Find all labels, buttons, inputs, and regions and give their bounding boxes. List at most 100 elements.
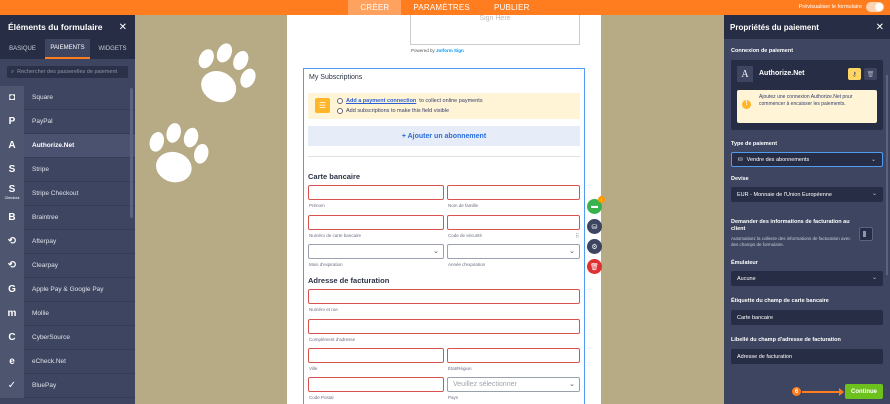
emulator-label: Émulateur <box>731 260 758 266</box>
close-icon[interactable]: ✕ <box>119 22 127 33</box>
coins-icon: ⛁ <box>591 223 598 231</box>
add-payment-connection-link[interactable]: Add a payment connection <box>346 98 416 104</box>
top-navigation-bar: CRÉER PARAMÈTRES PUBLIER Prévisualiser l… <box>0 0 890 15</box>
notice-text: to collect online payments <box>419 98 483 104</box>
connection-name: Authorize.Net <box>759 70 805 77</box>
field-settings-button[interactable]: ⚙ <box>587 239 602 254</box>
first-name-label: Prénom <box>309 203 325 208</box>
billing-field-input[interactable]: Adresse de facturation <box>731 349 883 364</box>
chevron-down-icon: ⌄ <box>433 248 439 255</box>
state-label: État/Région <box>448 366 472 371</box>
gateway-item[interactable]: S Checkout Stripe Checkout <box>0 181 135 206</box>
preview-toggle[interactable] <box>866 2 884 12</box>
delete-connection-button[interactable]: 🗑 <box>864 68 877 80</box>
gateway-item[interactable]: e eCheck.Net <box>0 349 135 374</box>
tab-publish[interactable]: PUBLIER <box>482 0 542 15</box>
country-placeholder: Veuillez sélectionner <box>453 381 517 388</box>
gateway-item[interactable]: ✓ BluePay <box>0 373 135 398</box>
gateway-item[interactable]: P PayPal <box>0 109 135 134</box>
tab-widgets[interactable]: WIDGETS <box>90 39 135 59</box>
close-icon[interactable]: ✕ <box>876 22 884 33</box>
street-address-2-input[interactable] <box>308 319 580 334</box>
expiration-year-select[interactable]: ⌄ <box>447 244 580 259</box>
first-name-input[interactable] <box>308 185 444 200</box>
payment-properties-button[interactable]: ⛁ <box>587 219 602 234</box>
powered-brand-link[interactable]: Jotform Sign <box>436 48 464 53</box>
gateway-item[interactable]: G Apple Pay & Google Pay <box>0 277 135 302</box>
gateway-item-label: Stripe <box>32 165 49 173</box>
billing-field-label: Libellé du champ d'adresse de facturatio… <box>731 337 841 343</box>
emulator-select[interactable]: Aucune ⌄ <box>731 271 883 286</box>
search-icon: ⌕ <box>11 68 15 75</box>
apple-google-pay-logo-icon: G <box>0 277 24 302</box>
connect-key-button[interactable]: ⚷ <box>848 68 861 80</box>
afterpay-logo-icon: ⟲ <box>0 229 24 254</box>
gateway-list: ◘ Square P PayPal A Authorize.Net S Stripe S Chec… <box>0 85 135 398</box>
warning-icon: ! <box>742 100 751 109</box>
mollie-logo-icon: m <box>0 301 24 326</box>
preview-form-label: Prévisualiser le formulaire <box>798 4 862 10</box>
payment-type-value: Vendre des abonnements <box>746 156 810 163</box>
echeck-logo-icon: e <box>0 349 24 374</box>
currency-select[interactable]: EUR - Monnaie de l'Union Européenne ⌄ <box>731 187 883 202</box>
tab-create[interactable]: CRÉER <box>348 0 402 15</box>
gateway-item-label: BluePay <box>32 381 57 389</box>
currency-label: Devise <box>731 176 749 182</box>
street-address-input[interactable] <box>308 289 580 304</box>
expiration-month-select[interactable]: ⌄ <box>308 244 444 259</box>
tab-settings[interactable]: PARAMÈTRES <box>401 0 482 15</box>
trash-icon: 🗑 <box>590 263 599 271</box>
gateway-search-input[interactable]: ⌕ Rechercher des passerelles de paiement <box>7 66 128 78</box>
divider <box>308 156 580 157</box>
gateway-item[interactable]: A Authorize.Net <box>0 133 135 158</box>
emulator-value: Aucune <box>737 275 756 282</box>
payment-properties-panel: Propriétés du paiement ✕ Connexion de pa… <box>724 15 890 404</box>
properties-header: Propriétés du paiement ✕ <box>724 15 890 39</box>
delete-field-button[interactable]: 🗑 <box>587 259 602 274</box>
authorize-net-logo-icon: A <box>0 133 24 158</box>
billing-info-toggle[interactable] <box>859 227 873 241</box>
cybersource-logo-icon: C <box>0 325 24 350</box>
bluepay-logo-icon: ✓ <box>0 373 24 398</box>
card-field-input[interactable]: Carte bancaire <box>731 310 883 325</box>
clearpay-logo-icon: ⟲ <box>0 253 24 278</box>
continue-button[interactable]: Continue <box>845 384 883 399</box>
add-subscription-button[interactable]: + Ajouter un abonnement <box>308 126 580 146</box>
security-code-input[interactable] <box>447 215 580 230</box>
last-name-input[interactable] <box>447 185 580 200</box>
left-panel-scrollbar[interactable] <box>130 88 133 218</box>
state-input[interactable] <box>447 348 580 363</box>
right-panel-scrollbar[interactable] <box>886 75 888 275</box>
city-input[interactable] <box>308 348 444 363</box>
gateway-item[interactable]: S Stripe <box>0 157 135 182</box>
gateway-item[interactable]: B Braintree <box>0 205 135 230</box>
gateway-item-label: PayPal <box>32 117 53 125</box>
gateway-item-label: Mollie <box>32 309 49 317</box>
street-address-label: Numéro et rue <box>309 307 338 312</box>
gateway-item-label: Stripe Checkout <box>32 189 79 197</box>
security-code-label: Code de sécurité <box>448 233 483 238</box>
payment-settings-button[interactable]: ▬ ! <box>587 196 605 214</box>
signature-box[interactable]: Sign Here <box>410 15 580 45</box>
gateway-item[interactable]: ⟲ Afterpay <box>0 229 135 254</box>
payment-type-select[interactable]: ⛁ Vendre des abonnements ⌄ <box>731 152 883 167</box>
radio-icon <box>337 98 343 104</box>
tab-payments[interactable]: PAIEMENTS <box>45 39 90 59</box>
country-select[interactable]: Veuillez sélectionner ⌄ <box>447 377 580 392</box>
city-label: Ville <box>309 366 318 371</box>
gateway-item[interactable]: ⟲ Clearpay <box>0 253 135 278</box>
preview-form-control: Prévisualiser le formulaire <box>799 2 884 12</box>
tab-basic[interactable]: BASIQUE <box>0 39 45 59</box>
gear-icon: ⚙ <box>591 243 598 251</box>
gateway-item[interactable]: C CyberSource <box>0 325 135 350</box>
gateway-item[interactable]: ◘ Square <box>0 85 135 110</box>
radio-icon <box>337 108 343 114</box>
billing-field-value: Adresse de facturation <box>737 353 793 360</box>
card-number-input[interactable] <box>308 215 444 230</box>
gateway-item[interactable]: m Mollie <box>0 301 135 326</box>
drag-handle-icon[interactable]: ⠿ <box>575 233 579 240</box>
postal-code-input[interactable] <box>308 377 444 392</box>
gateway-item-label: Afterpay <box>32 237 57 245</box>
gateway-item-label: CyberSource <box>32 333 70 341</box>
payment-field-widget[interactable]: My Subscriptions ☰ Add a payment connect… <box>303 68 585 404</box>
